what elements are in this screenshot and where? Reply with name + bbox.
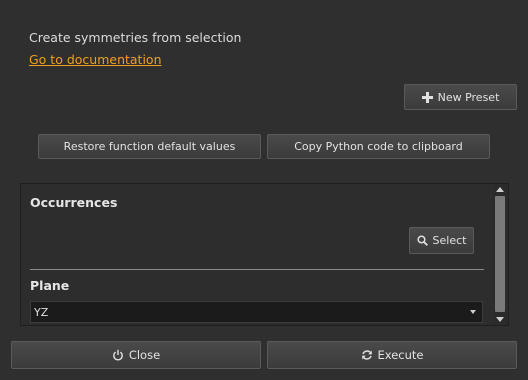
symmetry-dialog: Create symmetries from selection Go to d… [0, 0, 528, 380]
function-description: Create symmetries from selection [29, 30, 242, 45]
restore-defaults-button[interactable]: Restore function default values [38, 134, 261, 159]
plane-title: Plane [30, 278, 70, 293]
scroll-down-arrow-icon[interactable] [496, 317, 504, 322]
scroll-thumb[interactable] [495, 196, 505, 312]
new-preset-label: New Preset [437, 90, 500, 104]
plane-value: YZ [34, 305, 49, 319]
section-divider [30, 269, 484, 270]
close-button[interactable]: Close [11, 341, 261, 369]
parameters-panel: Occurrences Select Plane YZ [20, 183, 509, 326]
search-icon [416, 235, 428, 246]
plus-icon [421, 91, 433, 103]
power-icon [112, 349, 124, 361]
documentation-link[interactable]: Go to documentation [29, 52, 162, 67]
select-label: Select [432, 234, 467, 247]
refresh-icon [361, 349, 373, 361]
execute-button[interactable]: Execute [267, 341, 517, 369]
plane-select[interactable]: YZ [30, 301, 483, 323]
occurrences-title: Occurrences [30, 195, 118, 210]
new-preset-button[interactable]: New Preset [404, 84, 517, 110]
panel-scrollbar[interactable] [493, 184, 508, 325]
scroll-up-arrow-icon[interactable] [496, 187, 504, 192]
chevron-down-icon [470, 310, 476, 314]
execute-label: Execute [377, 348, 424, 362]
close-label: Close [128, 348, 161, 362]
copy-python-button[interactable]: Copy Python code to clipboard [267, 134, 490, 159]
select-occurrences-button[interactable]: Select [409, 227, 474, 254]
